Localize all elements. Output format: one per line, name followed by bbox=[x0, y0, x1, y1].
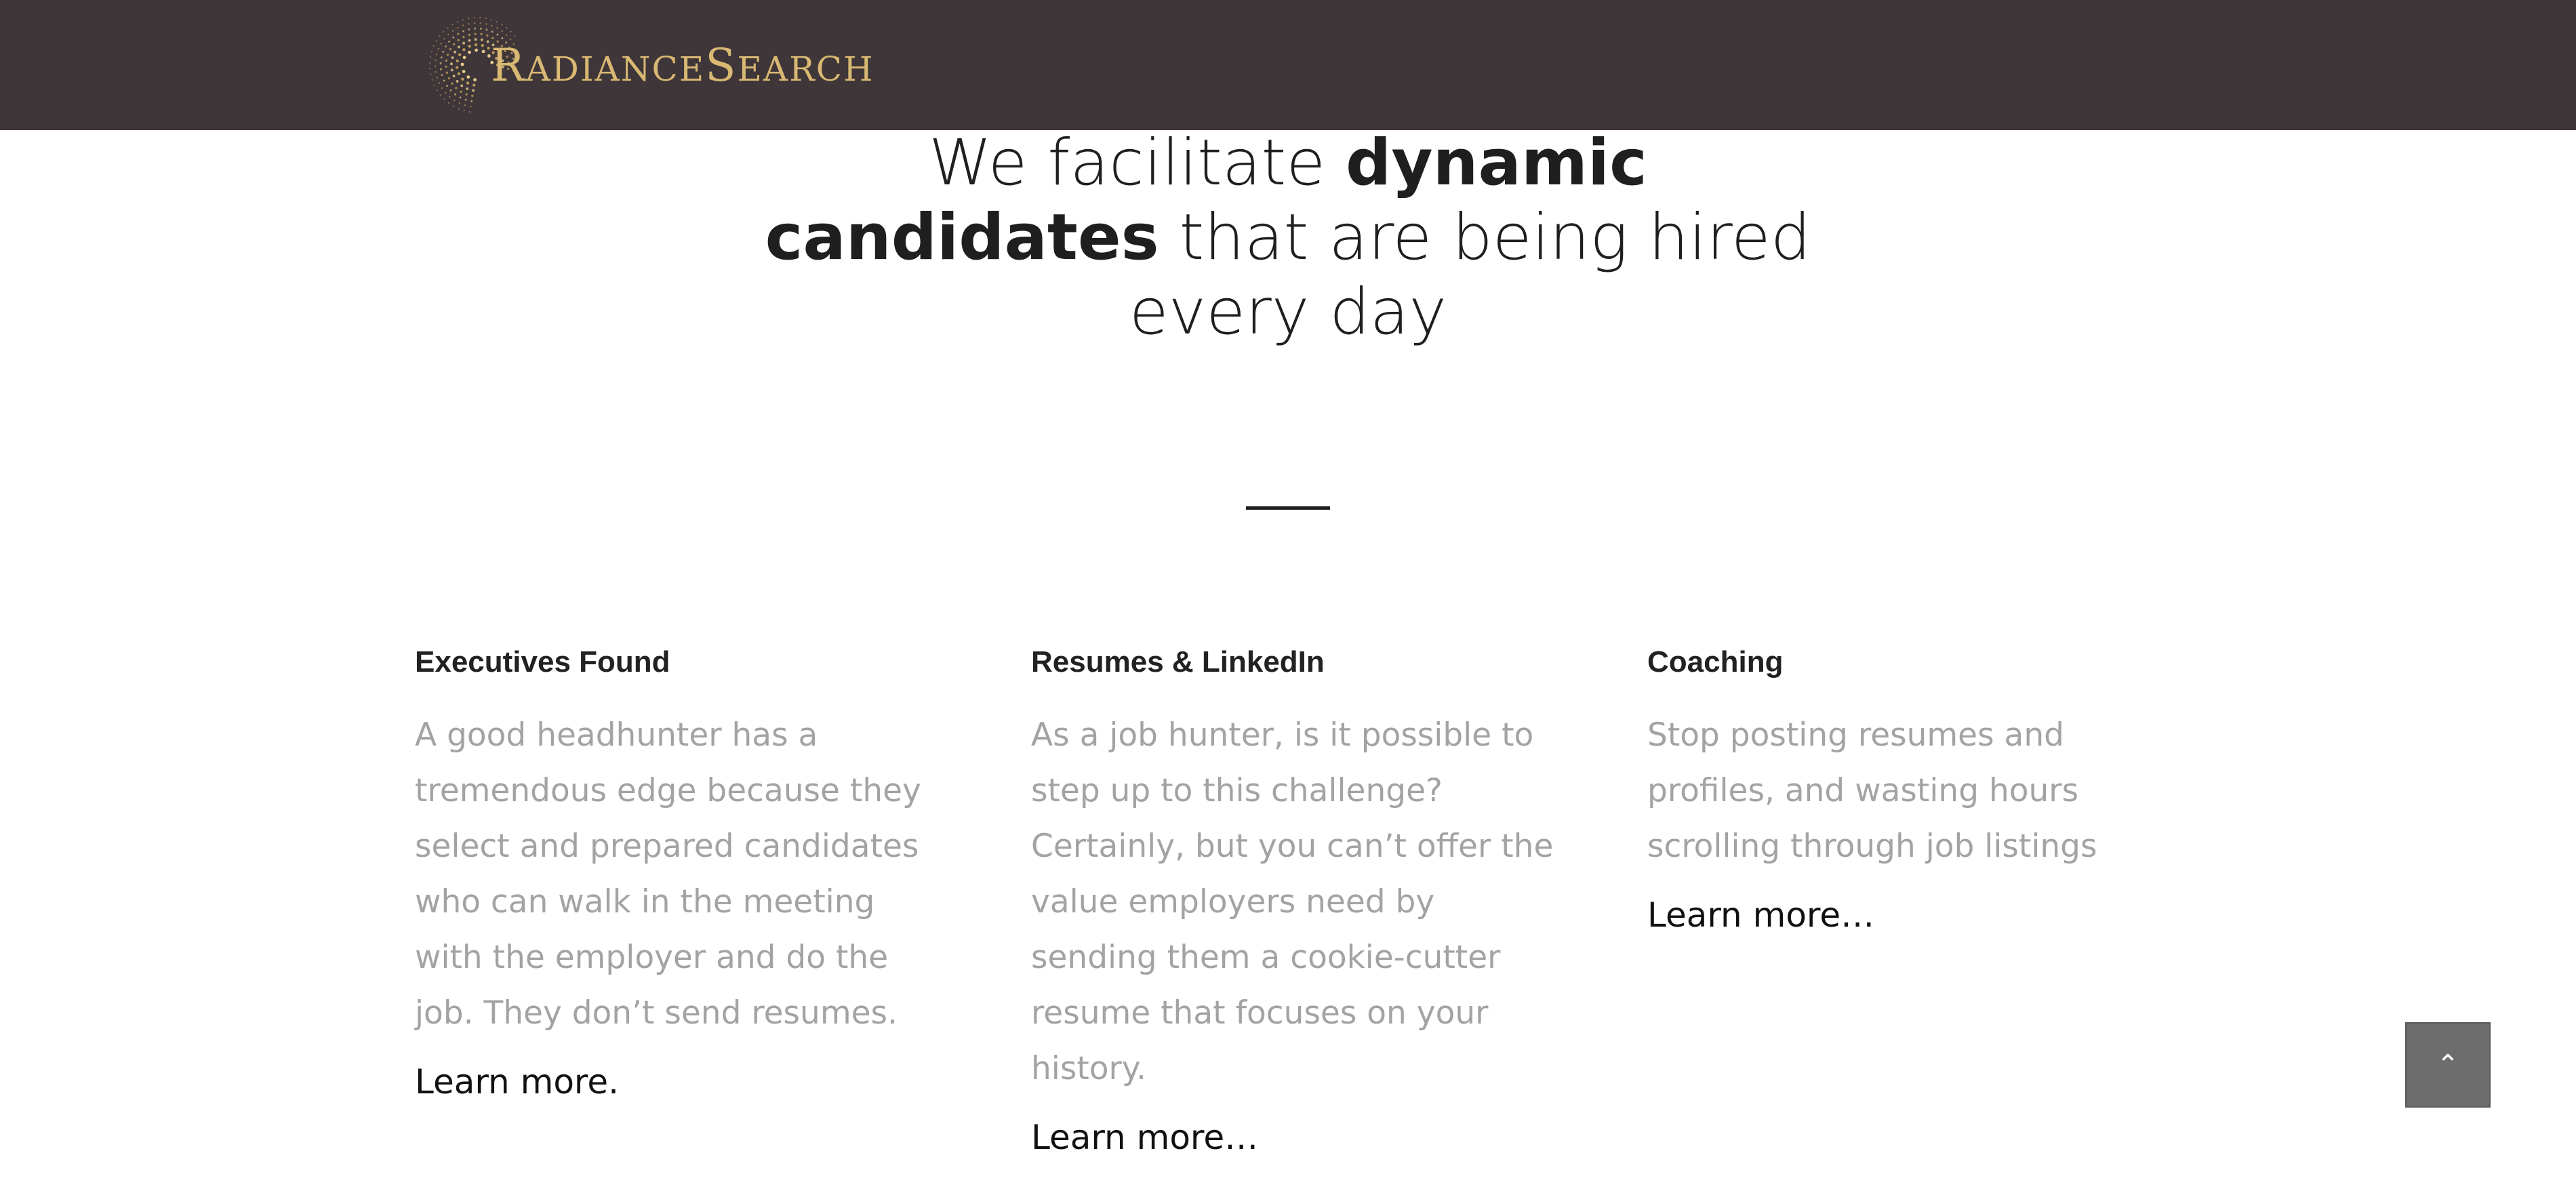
service-description: A good headhunter has a tremendous edge … bbox=[415, 716, 921, 1032]
service-description: Stop posting resumes and profiles, and w… bbox=[1647, 716, 2097, 865]
service-title: Coaching bbox=[1647, 645, 1784, 679]
logo-wordmark: RADIANCESEARCH bbox=[491, 39, 874, 92]
service-executives-found: Executives Found A good headhunter has a… bbox=[415, 644, 944, 1102]
learn-more-link[interactable]: Learn more… bbox=[1031, 1117, 1560, 1158]
service-resumes-linkedin: Resumes & LinkedIn As a job hunter, is i… bbox=[1031, 644, 1560, 1158]
service-coaching: Coaching Stop posting resumes and profil… bbox=[1647, 644, 2176, 935]
radiance-search-logo[interactable]: RADIANCESEARCH bbox=[428, 11, 873, 119]
learn-more-link[interactable]: Learn more. bbox=[415, 1061, 944, 1102]
hero-headline: We facilitate dynamic candidates that ar… bbox=[765, 126, 1811, 349]
service-description: As a job hunter, is it possible to step … bbox=[1031, 716, 1554, 1087]
chevron-up-icon: ⌃ bbox=[2436, 1049, 2459, 1080]
site-header: RADIANCESEARCH bbox=[0, 0, 2576, 130]
learn-more-link[interactable]: Learn more… bbox=[1647, 895, 2176, 935]
section-divider bbox=[1246, 506, 1330, 510]
service-title: Executives Found bbox=[415, 645, 670, 679]
service-title: Resumes & LinkedIn bbox=[1031, 645, 1325, 679]
scroll-to-top-button[interactable]: ⌃ bbox=[2405, 1022, 2491, 1108]
